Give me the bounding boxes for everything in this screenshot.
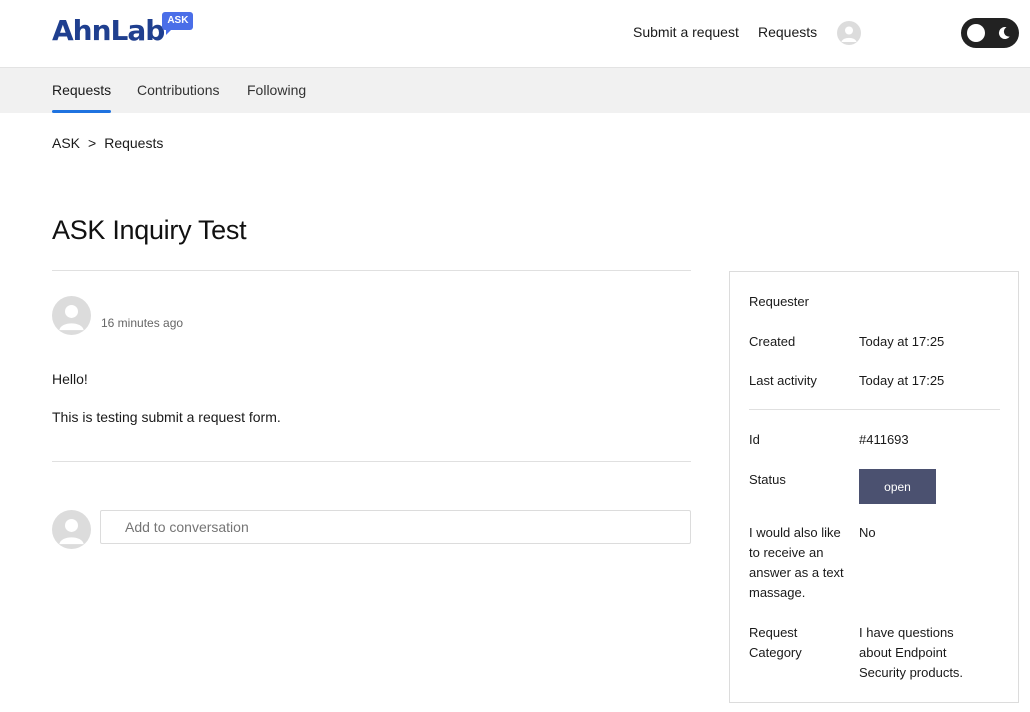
category-value-line: I have questions — [859, 625, 954, 640]
logo-text: AhnLab — [52, 14, 165, 47]
user-icon — [59, 518, 84, 545]
comment-body-line: This is testing submit a request form. — [52, 409, 281, 425]
category-value-line: about Endpoint — [859, 645, 947, 660]
theme-toggle[interactable] — [961, 18, 1019, 48]
requester-label: Requester — [749, 294, 809, 309]
toggle-knob — [967, 24, 985, 42]
status-label: Status — [749, 472, 786, 487]
profile-subnav: Requests Contributions Following — [0, 68, 1030, 113]
logo-badge: ASK — [162, 12, 194, 35]
last-activity-value: Today at 17:25 — [859, 373, 945, 388]
status-badge: open — [859, 469, 936, 504]
add-to-conversation-input[interactable] — [100, 510, 691, 544]
id-value: #411693 — [859, 432, 909, 447]
created-value: Today at 17:25 — [859, 334, 945, 349]
sms-question-line: to receive an — [749, 545, 824, 560]
sms-question-line: answer as a text — [749, 565, 844, 580]
site-header: AhnLab ASK Submit a request Requests — [0, 0, 1030, 68]
details-divider — [749, 409, 1000, 410]
tab-contributions[interactable]: Contributions — [137, 82, 220, 113]
id-label: Id — [749, 432, 760, 447]
sms-question-line: I would also like — [749, 525, 841, 540]
user-menu-avatar[interactable] — [837, 21, 861, 45]
submit-request-link[interactable]: Submit a request — [633, 24, 739, 40]
sms-answer-value: No — [859, 525, 876, 540]
tab-following[interactable]: Following — [247, 82, 306, 113]
breadcrumb-ask[interactable]: ASK — [52, 135, 80, 151]
breadcrumb-separator: > — [88, 135, 97, 151]
title-divider — [52, 270, 691, 271]
ahnlab-logo[interactable]: AhnLab ASK — [52, 12, 194, 48]
breadcrumb: ASK > Requests — [52, 135, 163, 151]
comment-timestamp: 16 minutes ago — [101, 316, 184, 330]
author-avatar — [52, 296, 91, 335]
sms-question-line: massage. — [749, 585, 806, 600]
user-icon — [59, 304, 84, 331]
request-details-panel: Requester Created Today at 17:25 Last ac… — [729, 271, 1019, 703]
created-label: Created — [749, 334, 796, 349]
comment-divider — [52, 461, 691, 462]
user-icon — [841, 26, 857, 42]
current-user-avatar — [52, 510, 91, 549]
last-activity-label: Last activity — [749, 373, 817, 388]
requests-link[interactable]: Requests — [758, 24, 817, 40]
tab-requests[interactable]: Requests — [52, 82, 112, 113]
category-label-line: Request — [749, 625, 798, 640]
breadcrumb-requests[interactable]: Requests — [104, 135, 163, 151]
page-title: ASK Inquiry Test — [52, 215, 247, 245]
comment-body-line: Hello! — [52, 371, 88, 387]
moon-icon — [998, 26, 1010, 39]
category-value-line: Security products. — [859, 665, 964, 680]
category-label-line: Category — [749, 645, 802, 660]
